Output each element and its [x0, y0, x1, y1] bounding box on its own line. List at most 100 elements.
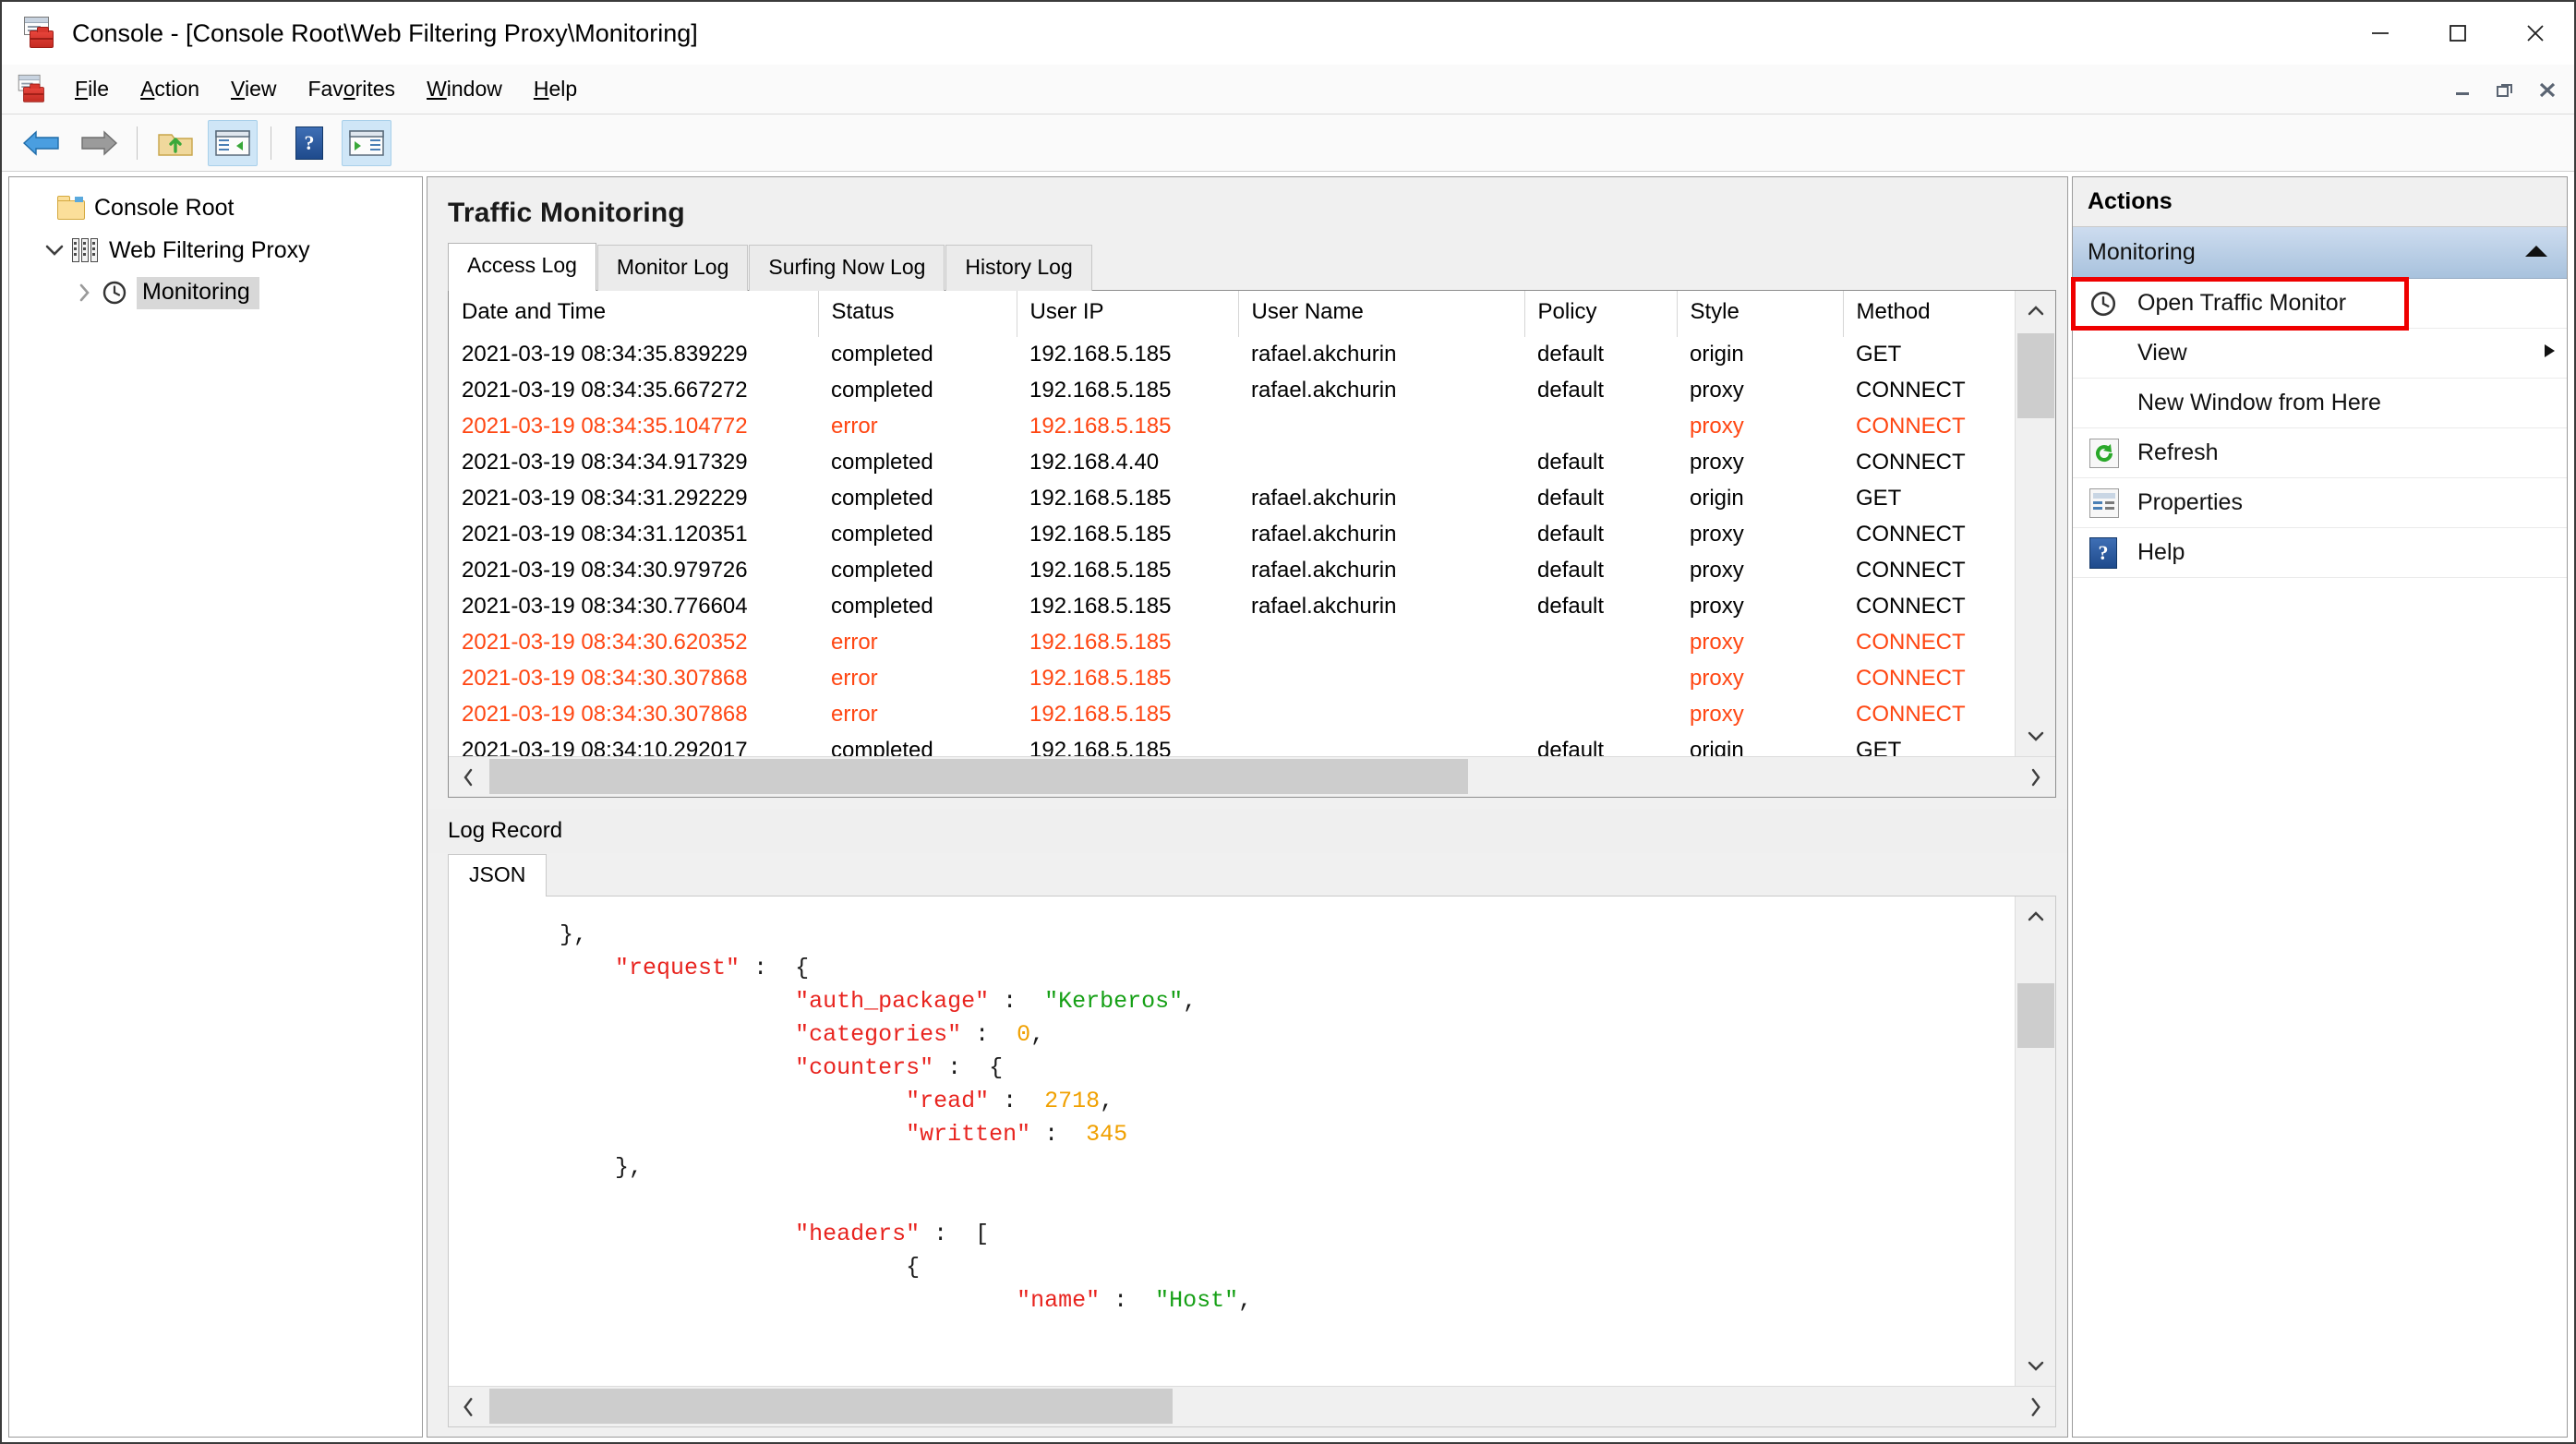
actions-group-label: Monitoring: [2088, 239, 2196, 265]
action-properties[interactable]: Properties: [2073, 478, 2567, 528]
column-header-status[interactable]: Status: [818, 291, 1017, 337]
tab-json[interactable]: JSON: [448, 854, 548, 896]
table-row[interactable]: 2021-03-19 08:34:30.620352 error 192.168.5…: [449, 625, 2015, 661]
chevron-down-icon[interactable]: [37, 244, 72, 257]
column-header-date-and-time[interactable]: Date and Time: [449, 291, 819, 337]
cell-style: proxy: [1677, 373, 1843, 409]
cell-status: error: [818, 409, 1017, 445]
json-vscroll-track[interactable]: [2016, 935, 2056, 1347]
cell-user-name: rafael.akchurin: [1238, 373, 1524, 409]
show-hide-action-pane-button[interactable]: [342, 119, 391, 166]
tab-monitor-log[interactable]: Monitor Log: [596, 245, 749, 291]
cell-user-ip: 192.168.5.185: [1017, 589, 1238, 625]
scroll-up-icon[interactable]: [2016, 291, 2056, 330]
close-button[interactable]: [2497, 2, 2574, 65]
cell-style: proxy: [1677, 661, 1843, 697]
action-label-view: View: [2137, 340, 2187, 366]
table-hscroll-track[interactable]: [488, 757, 2016, 798]
chevron-up-icon[interactable]: [2522, 239, 2550, 266]
scroll-left-icon[interactable]: [449, 757, 488, 798]
table-horizontal-scrollbar[interactable]: [449, 756, 2055, 797]
minimize-button[interactable]: [2341, 2, 2419, 65]
cell-style: origin: [1677, 337, 1843, 373]
scroll-right-icon[interactable]: [2016, 757, 2055, 798]
tab-history-log[interactable]: History Log: [945, 245, 1092, 291]
show-hide-console-tree-button[interactable]: [208, 119, 258, 166]
json-line: [449, 1185, 2015, 1218]
up-one-level-button[interactable]: [150, 120, 200, 166]
menu-help[interactable]: Help: [518, 71, 593, 107]
action-help[interactable]: ? Help: [2073, 528, 2567, 578]
cell-user-ip: 192.168.5.185: [1017, 733, 1238, 756]
menu-file[interactable]: File: [59, 71, 125, 107]
table-row[interactable]: 2021-03-19 08:34:30.776604 completed 192.1…: [449, 589, 2015, 625]
cell-user-name: rafael.akchurin: [1238, 517, 1524, 553]
table-row[interactable]: 2021-03-19 08:34:31.120351 completed 192.1…: [449, 517, 2015, 553]
table-vertical-scrollbar[interactable]: [2015, 291, 2055, 756]
window-controls: [2341, 2, 2574, 65]
menu-favorites[interactable]: Favorites: [292, 71, 411, 107]
column-header-policy[interactable]: Policy: [1524, 291, 1678, 337]
json-scroll-up-icon[interactable]: [2016, 896, 2056, 935]
json-scroll-right-icon[interactable]: [2016, 1387, 2055, 1427]
mdi-minimize-icon[interactable]: [2441, 69, 2484, 110]
action-refresh[interactable]: Refresh: [2073, 428, 2567, 478]
column-header-style[interactable]: Style: [1677, 291, 1844, 337]
mdi-close-icon[interactable]: [2526, 69, 2569, 110]
column-header-user-ip[interactable]: User IP: [1017, 291, 1239, 337]
back-button[interactable]: [17, 120, 66, 166]
menu-action[interactable]: Action: [125, 71, 215, 107]
menu-view[interactable]: View: [215, 71, 292, 107]
scroll-down-icon[interactable]: [2016, 717, 2056, 756]
json-code[interactable]: }, "request" : { "auth_package" : "Kerbe…: [449, 896, 2015, 1386]
json-hscroll-thumb[interactable]: [489, 1388, 1173, 1424]
table-row[interactable]: 2021-03-19 08:34:35.839229 completed 192.1…: [449, 337, 2015, 373]
log-tabstrip: Access Log Monitor Log Surfing Now Log H…: [427, 243, 2067, 291]
cell-policy: default: [1524, 589, 1677, 625]
table-vscroll-track[interactable]: [2016, 330, 2056, 717]
json-horizontal-scrollbar[interactable]: [449, 1386, 2055, 1426]
chevron-right-icon[interactable]: [66, 283, 102, 303]
cell-style: origin: [1677, 733, 1843, 756]
tree-item-web-filtering-proxy[interactable]: Web Filtering Proxy: [9, 229, 422, 271]
cell-method: CONNECT: [1843, 517, 2015, 553]
access-log-table-container: Date and Time Status User IP User Name P…: [448, 290, 2056, 798]
table-row[interactable]: 2021-03-19 08:34:30.307868 error 192.168.5…: [449, 661, 2015, 697]
table-row[interactable]: 2021-03-19 08:34:30.307868 error 192.168.5…: [449, 697, 2015, 733]
cell-date-and-time: 2021-03-19 08:34:35.839229: [449, 337, 818, 373]
table-row[interactable]: 2021-03-19 08:34:34.917329 completed 192.1…: [449, 445, 2015, 481]
table-row[interactable]: 2021-03-19 08:34:31.292229 completed 192.1…: [449, 481, 2015, 517]
column-header-user-name[interactable]: User Name: [1238, 291, 1525, 337]
action-view[interactable]: View: [2073, 329, 2567, 379]
table-hscroll-thumb[interactable]: [489, 758, 1468, 794]
json-vertical-scrollbar[interactable]: [2015, 896, 2055, 1386]
forward-button[interactable]: [74, 120, 124, 166]
table-row[interactable]: 2021-03-19 08:34:35.104772 error 192.168.5…: [449, 409, 2015, 445]
actions-group-monitoring[interactable]: Monitoring: [2073, 227, 2567, 279]
json-hscroll-track[interactable]: [488, 1387, 2016, 1427]
table-vscroll-thumb[interactable]: [2016, 333, 2054, 418]
action-new-window-from-here[interactable]: New Window from Here: [2073, 379, 2567, 428]
help-button[interactable]: ?: [284, 120, 334, 166]
mdi-restore-icon[interactable]: [2484, 69, 2526, 110]
json-scroll-down-icon[interactable]: [2016, 1347, 2056, 1386]
tab-surfing-now-log[interactable]: Surfing Now Log: [749, 245, 945, 291]
menu-window[interactable]: Window: [411, 71, 518, 107]
table-row[interactable]: 2021-03-19 08:34:30.979726 completed 192.1…: [449, 553, 2015, 589]
menu-window-label: indow: [446, 77, 502, 101]
column-header-method[interactable]: Method: [1843, 291, 2015, 337]
tree-item-console-root[interactable]: Console Root: [9, 187, 422, 229]
maximize-button[interactable]: [2419, 2, 2497, 65]
properties-icon: [2089, 487, 2132, 518]
main-body: Console Root Web Filtering Proxy Monitor…: [2, 172, 2574, 1442]
action-open-traffic-monitor[interactable]: Open Traffic Monitor: [2071, 277, 2567, 331]
cell-style: proxy: [1677, 553, 1843, 589]
json-vscroll-thumb[interactable]: [2016, 983, 2054, 1048]
json-scroll-left-icon[interactable]: [449, 1387, 488, 1427]
table-row[interactable]: 2021-03-19 08:34:10.292017 completed 192.1…: [449, 733, 2015, 756]
table-row[interactable]: 2021-03-19 08:34:35.667272 completed 192.1…: [449, 373, 2015, 409]
tree-item-monitoring[interactable]: Monitoring: [9, 271, 422, 314]
cell-user-name: [1238, 409, 1524, 445]
tab-access-log[interactable]: Access Log: [448, 243, 596, 291]
table-header-row: Date and Time Status User IP User Name P…: [449, 291, 2015, 337]
